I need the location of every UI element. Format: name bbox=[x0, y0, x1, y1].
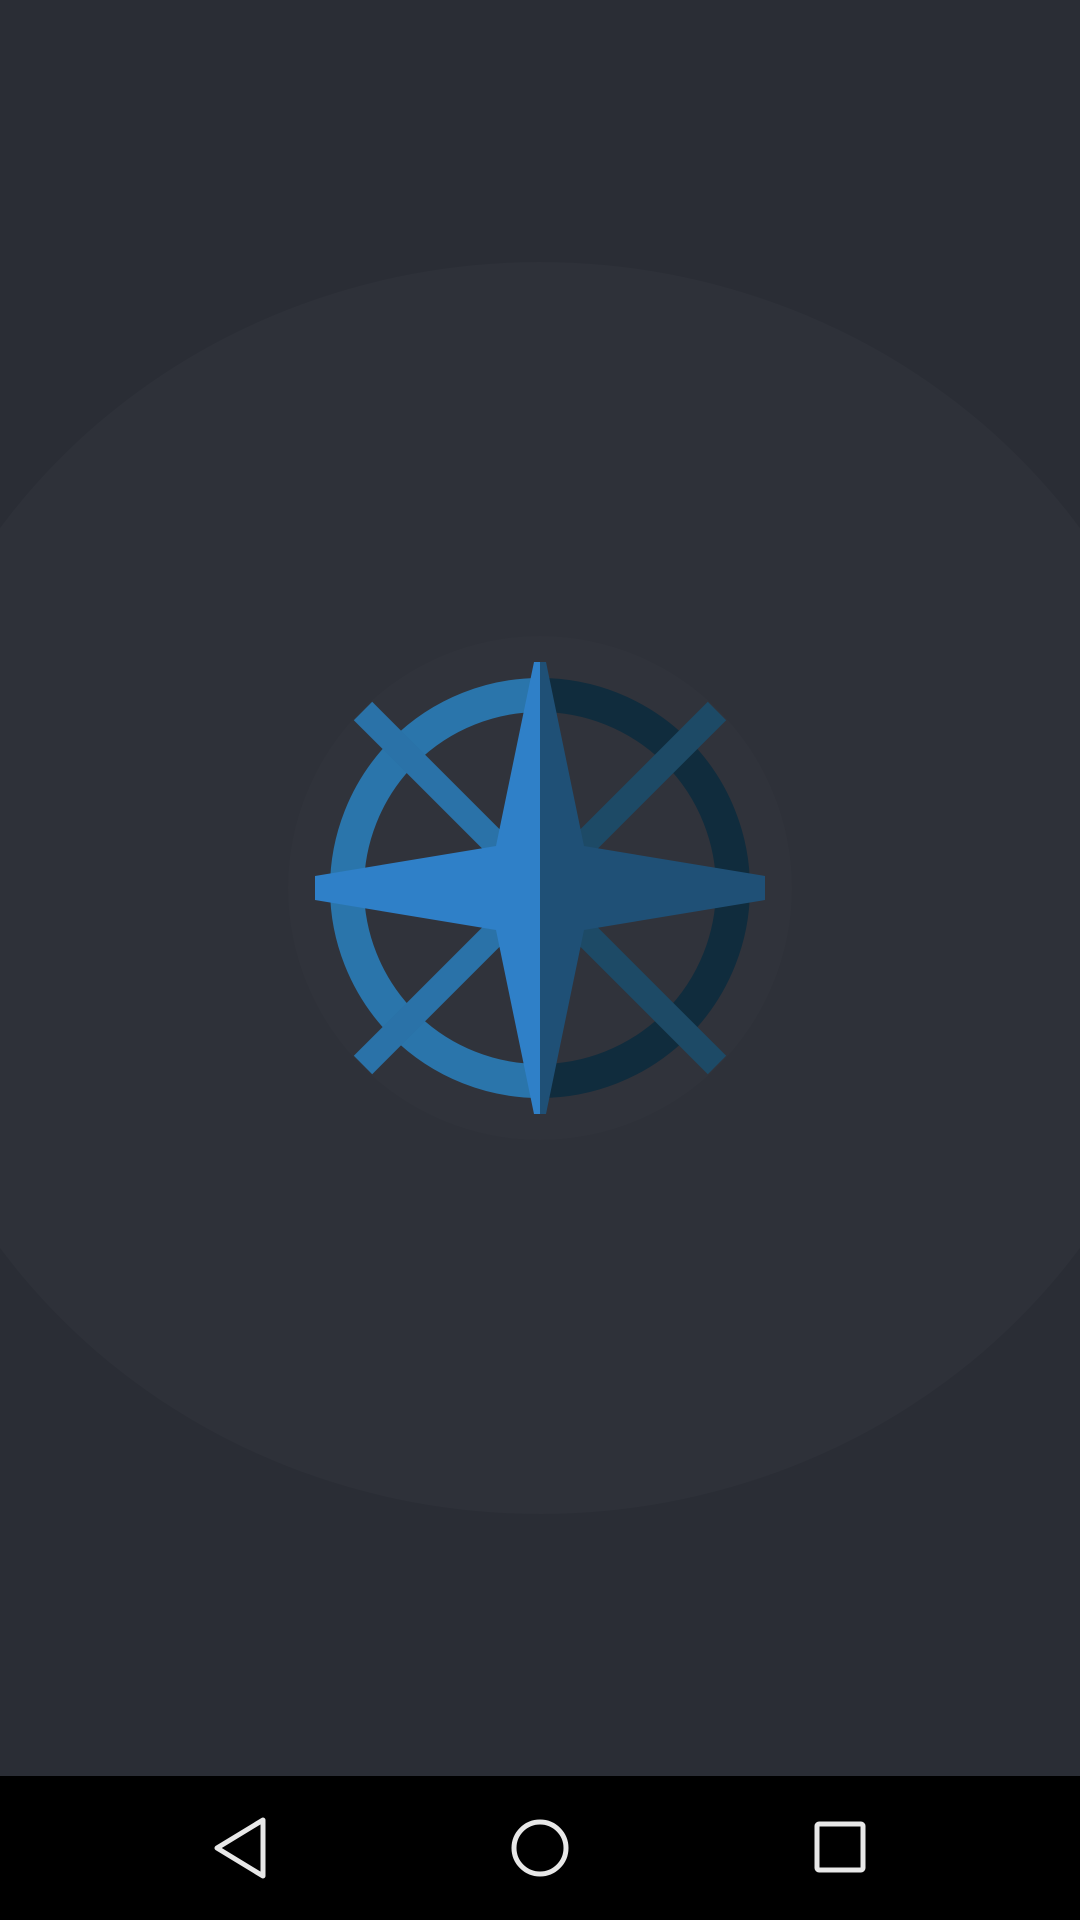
home-circle-icon bbox=[511, 1819, 569, 1877]
recents-square-icon bbox=[814, 1821, 866, 1873]
back-button[interactable] bbox=[185, 1793, 295, 1903]
splash-screen bbox=[0, 0, 1080, 1776]
compass-rose-icon bbox=[288, 636, 792, 1140]
recents-button[interactable] bbox=[785, 1793, 895, 1903]
back-triangle-icon bbox=[214, 1817, 266, 1879]
home-button[interactable] bbox=[485, 1793, 595, 1903]
system-navigation-bar bbox=[0, 1776, 1080, 1920]
